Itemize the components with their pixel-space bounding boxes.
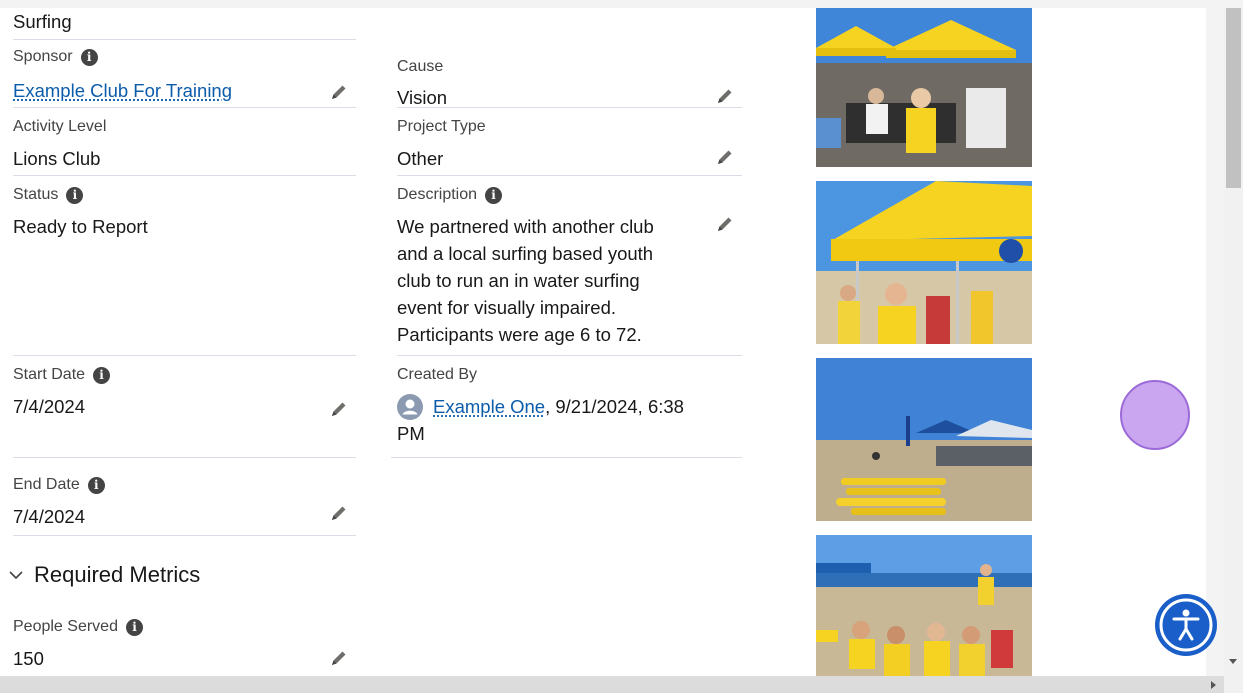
pencil-icon[interactable] [329,82,349,102]
created-by-datetime: , 9/21/2024, 6:38 [545,396,684,417]
vertical-scrollbar[interactable] [1224,8,1243,676]
project-type-value: Other [397,148,444,169]
title-field: Surfing [13,8,356,40]
chevron-down-icon [9,571,23,580]
people-served-value: 150 [13,648,44,669]
sponsor-link[interactable]: Example Club For Training [13,80,232,101]
created-by-field: Created By Example One, 9/21/2024, 6:38 … [391,364,742,458]
info-icon[interactable]: i [80,48,98,66]
pencil-icon[interactable] [715,147,735,167]
description-field: Description i We partnered with another … [397,184,742,356]
required-metrics-title: Required Metrics [34,562,201,587]
project-type-label: Project Type [397,118,486,135]
cause-label: Cause [397,58,444,75]
pencil-icon[interactable] [715,86,735,106]
cursor-highlight-marker [1120,380,1190,450]
info-icon[interactable]: i [66,186,84,204]
cause-field: Cause Vision [397,48,742,108]
sponsor-field: Sponsor i Example Club For Training [13,48,356,108]
scroll-right-arrow-icon[interactable] [1210,680,1218,690]
end-date-field: End Date i 7/4/2024 [13,466,356,536]
title-value: Surfing [13,11,72,32]
activity-level-field: Activity Level Lions Club [13,116,356,176]
status-field: Status i Ready to Report [13,184,356,356]
accessibility-icon [1159,598,1213,652]
vertical-scrollbar-thumb[interactable] [1226,8,1241,188]
start-date-field: Start Date i 7/4/2024 [13,364,356,458]
start-date-label: Start Date [13,366,86,383]
status-label: Status [13,186,59,203]
scrollbar-corner [1224,676,1243,693]
status-value: Ready to Report [13,216,148,237]
created-by-user-link[interactable]: Example One [433,396,545,417]
event-photo-4[interactable] [816,535,1032,676]
people-served-field: People Served i 150 [13,616,356,676]
project-type-field: Project Type Other [397,116,742,176]
accessibility-button[interactable] [1155,594,1217,656]
record-detail-card: Surfing Sponsor i Example Club For Train… [0,8,782,676]
people-served-label: People Served [13,618,118,635]
activity-level-value: Lions Club [13,148,101,169]
created-by-label: Created By [397,366,478,383]
description-value: We partnered with another club and a loc… [397,216,654,345]
created-by-datetime-cont: PM [397,423,425,444]
event-photo-2[interactable] [816,181,1032,344]
cause-value: Vision [397,87,448,108]
activity-level-label: Activity Level [13,118,107,135]
sponsor-label: Sponsor [13,48,73,65]
horizontal-scrollbar[interactable] [0,676,1224,693]
scroll-down-arrow-icon[interactable] [1228,658,1238,666]
info-icon[interactable]: i [125,618,143,636]
pencil-icon[interactable] [329,648,349,668]
end-date-label: End Date [13,476,80,493]
event-photo-3[interactable] [816,358,1032,521]
photo-gallery [782,8,1206,676]
required-metrics-section-toggle[interactable]: Required Metrics [8,562,200,588]
pencil-icon[interactable] [329,503,349,523]
event-photo-1[interactable] [816,8,1032,167]
info-icon[interactable]: i [485,186,503,204]
description-label: Description [397,186,478,203]
pencil-icon[interactable] [715,214,735,234]
info-icon[interactable]: i [87,476,105,494]
user-avatar-icon [397,393,423,420]
pencil-icon[interactable] [329,399,349,419]
info-icon[interactable]: i [93,366,111,384]
start-date-value: 7/4/2024 [13,396,86,417]
end-date-value: 7/4/2024 [13,506,86,527]
